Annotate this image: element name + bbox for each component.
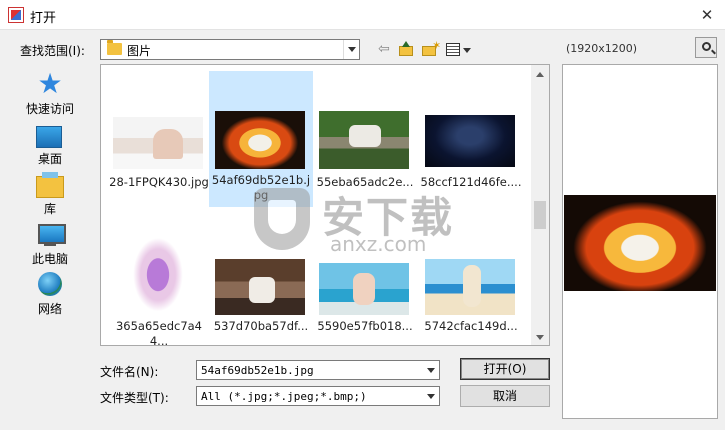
network-icon <box>38 272 62 296</box>
folder-icon <box>107 40 122 55</box>
look-in-dropdown[interactable]: 图片 <box>100 39 360 60</box>
preview-image <box>564 195 716 291</box>
look-in-label: 查找范围(I): <box>20 44 85 58</box>
file-name: 365a65edc7a44... <box>115 319 202 348</box>
place-label: 此电脑 <box>31 252 68 266</box>
file-name: 537d70ba57df... <box>213 319 309 333</box>
up-folder-icon[interactable] <box>398 40 414 60</box>
file-thumbnail <box>123 223 193 317</box>
file-item[interactable]: 365a65edc7a44... <box>107 217 211 353</box>
filename-input[interactable]: 54af69db52e1b.jpg <box>196 360 440 380</box>
place-label: 网络 <box>37 302 62 316</box>
shield-logo-icon <box>254 188 310 250</box>
view-menu-icon[interactable] <box>446 40 474 60</box>
filetype-value: All (*.jpg;*.jpeg;*.bmp;) <box>201 390 367 403</box>
file-name: 5742cfac149d... <box>424 319 518 333</box>
file-thumbnail <box>319 263 409 315</box>
place-desktop[interactable]: 桌面 <box>10 120 90 168</box>
scrollbar-thumb[interactable] <box>534 201 546 229</box>
chevron-down-icon[interactable] <box>423 387 439 405</box>
file-thumbnail <box>215 259 305 315</box>
title-bar: 打开 ✕ <box>0 0 725 30</box>
back-arrow-icon[interactable]: ⇦ <box>378 40 394 60</box>
file-name: 5590e57fb018... <box>317 319 413 333</box>
place-label: 快速访问 <box>25 102 74 116</box>
star-icon: ★ <box>37 67 63 100</box>
window-title: 打开 <box>30 11 57 26</box>
file-thumbnail <box>319 111 409 169</box>
new-folder-icon[interactable]: ✶ <box>421 39 441 60</box>
filename-value: 54af69db52e1b.jpg <box>201 364 314 377</box>
scroll-down-icon[interactable] <box>536 335 544 340</box>
file-item[interactable]: 28-1FPQK430.jpg <box>107 71 211 207</box>
place-this-pc[interactable]: 此电脑 <box>10 220 90 268</box>
open-button[interactable]: 打开(O) <box>460 358 550 380</box>
place-quick-access[interactable]: ★ 快速访问 <box>10 67 90 117</box>
filetype-label: 文件类型(T): <box>100 391 169 405</box>
app-icon <box>8 7 24 23</box>
preview-toggle-button[interactable] <box>695 37 717 58</box>
watermark-url: anxz.com <box>330 232 427 256</box>
filename-label: 文件名(N): <box>100 365 159 379</box>
cancel-button[interactable]: 取消 <box>460 385 550 407</box>
place-label: 桌面 <box>37 152 62 166</box>
desktop-icon <box>36 126 62 148</box>
computer-icon <box>36 222 66 250</box>
chevron-down-icon[interactable] <box>423 361 439 379</box>
scroll-up-icon[interactable] <box>536 72 544 77</box>
places-bar: ★ 快速访问 桌面 库 此电脑 网络 <box>10 62 90 332</box>
place-library[interactable]: 库 <box>10 170 90 218</box>
place-label: 库 <box>43 202 56 216</box>
file-name: 28-1FPQK430.jpg <box>109 175 209 189</box>
look-in-value: 图片 <box>127 44 152 58</box>
filetype-select[interactable]: All (*.jpg;*.jpeg;*.bmp;) <box>196 386 440 406</box>
file-thumbnail <box>425 259 515 315</box>
file-thumbnail <box>425 115 515 167</box>
library-icon <box>36 172 64 198</box>
file-thumbnail <box>215 111 305 169</box>
watermark: 安下载 anxz.com <box>250 182 510 262</box>
file-list-scrollbar[interactable] <box>531 65 549 345</box>
close-button[interactable]: ✕ <box>697 5 717 25</box>
preview-dimensions: (1920x1200) <box>566 42 638 55</box>
place-network[interactable]: 网络 <box>10 270 90 318</box>
chevron-down-icon[interactable] <box>343 40 359 59</box>
file-thumbnail <box>113 117 203 169</box>
magnifier-icon <box>702 42 711 51</box>
preview-pane <box>562 64 718 419</box>
